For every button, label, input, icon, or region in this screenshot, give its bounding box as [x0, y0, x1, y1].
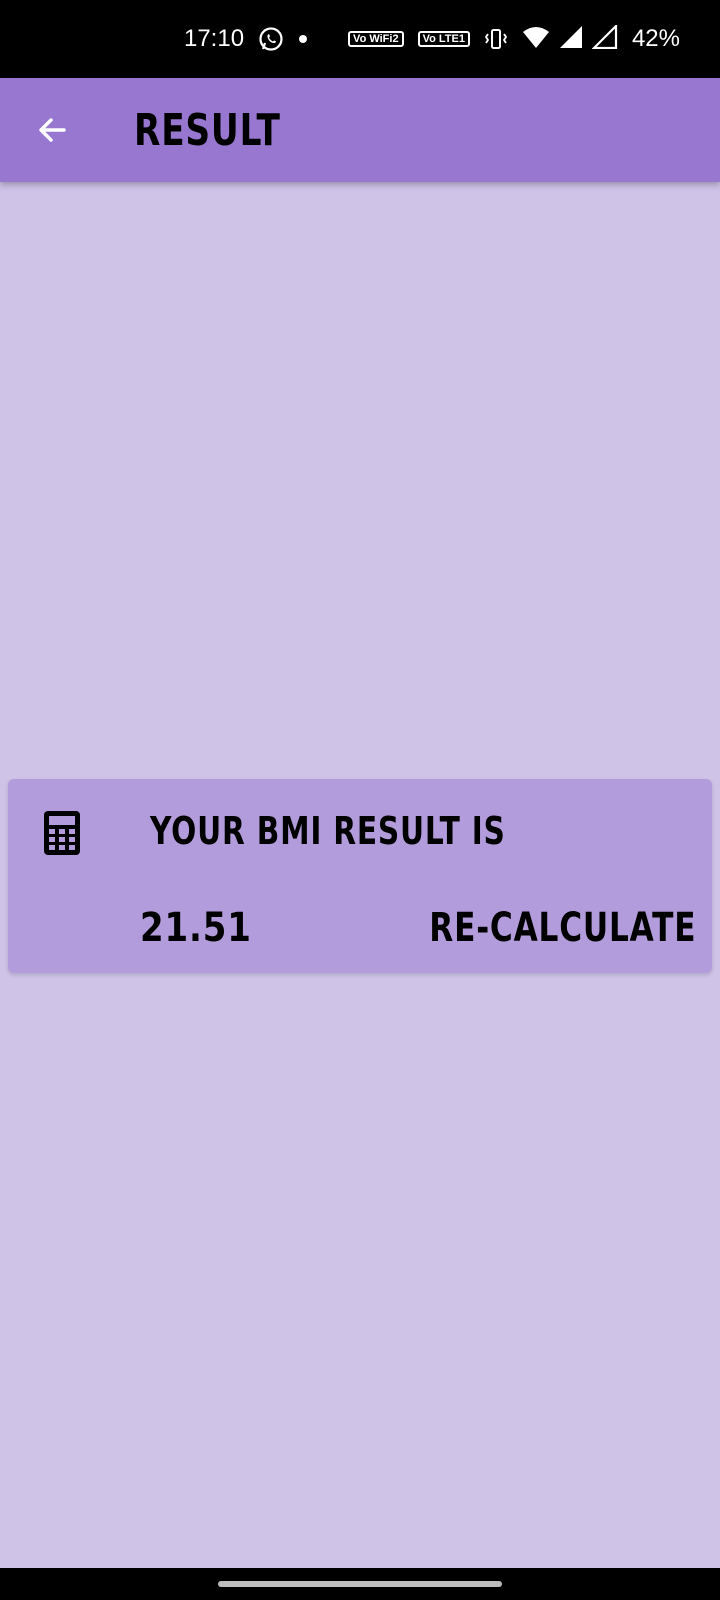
dot-icon [298, 34, 308, 44]
page-title: RESULT [134, 104, 281, 156]
calculator-icon [44, 811, 80, 855]
app-bar: RESULT [0, 78, 720, 182]
battery-level: 42% [631, 25, 680, 52]
arrow-left-icon [39, 118, 66, 142]
home-gesture-handle[interactable] [218, 1581, 502, 1587]
status-bar: 17:10 Vo WiFi2 Vo LTE1 42% [0, 0, 720, 78]
bmi-result-card: YOUR BMI RESULT IS 21.51 RE-CALCULATE [8, 779, 712, 973]
status-time: 17:10 [183, 25, 245, 52]
recalculate-button[interactable]: RE-CALCULATE [429, 905, 696, 951]
back-button[interactable] [24, 102, 80, 158]
bmi-result-heading: YOUR BMI RESULT IS [150, 809, 506, 853]
wifi-icon [522, 25, 550, 54]
bmi-value: 21.51 [140, 905, 252, 951]
signal-icon [591, 22, 618, 54]
signal-icon [558, 25, 584, 54]
navigation-bar [0, 1568, 720, 1600]
vowifi-icon: Vo WiFi2 [348, 31, 404, 47]
whatsapp-icon [258, 26, 284, 52]
vibrate-icon [484, 27, 508, 51]
volte-icon: Vo LTE1 [417, 31, 470, 47]
